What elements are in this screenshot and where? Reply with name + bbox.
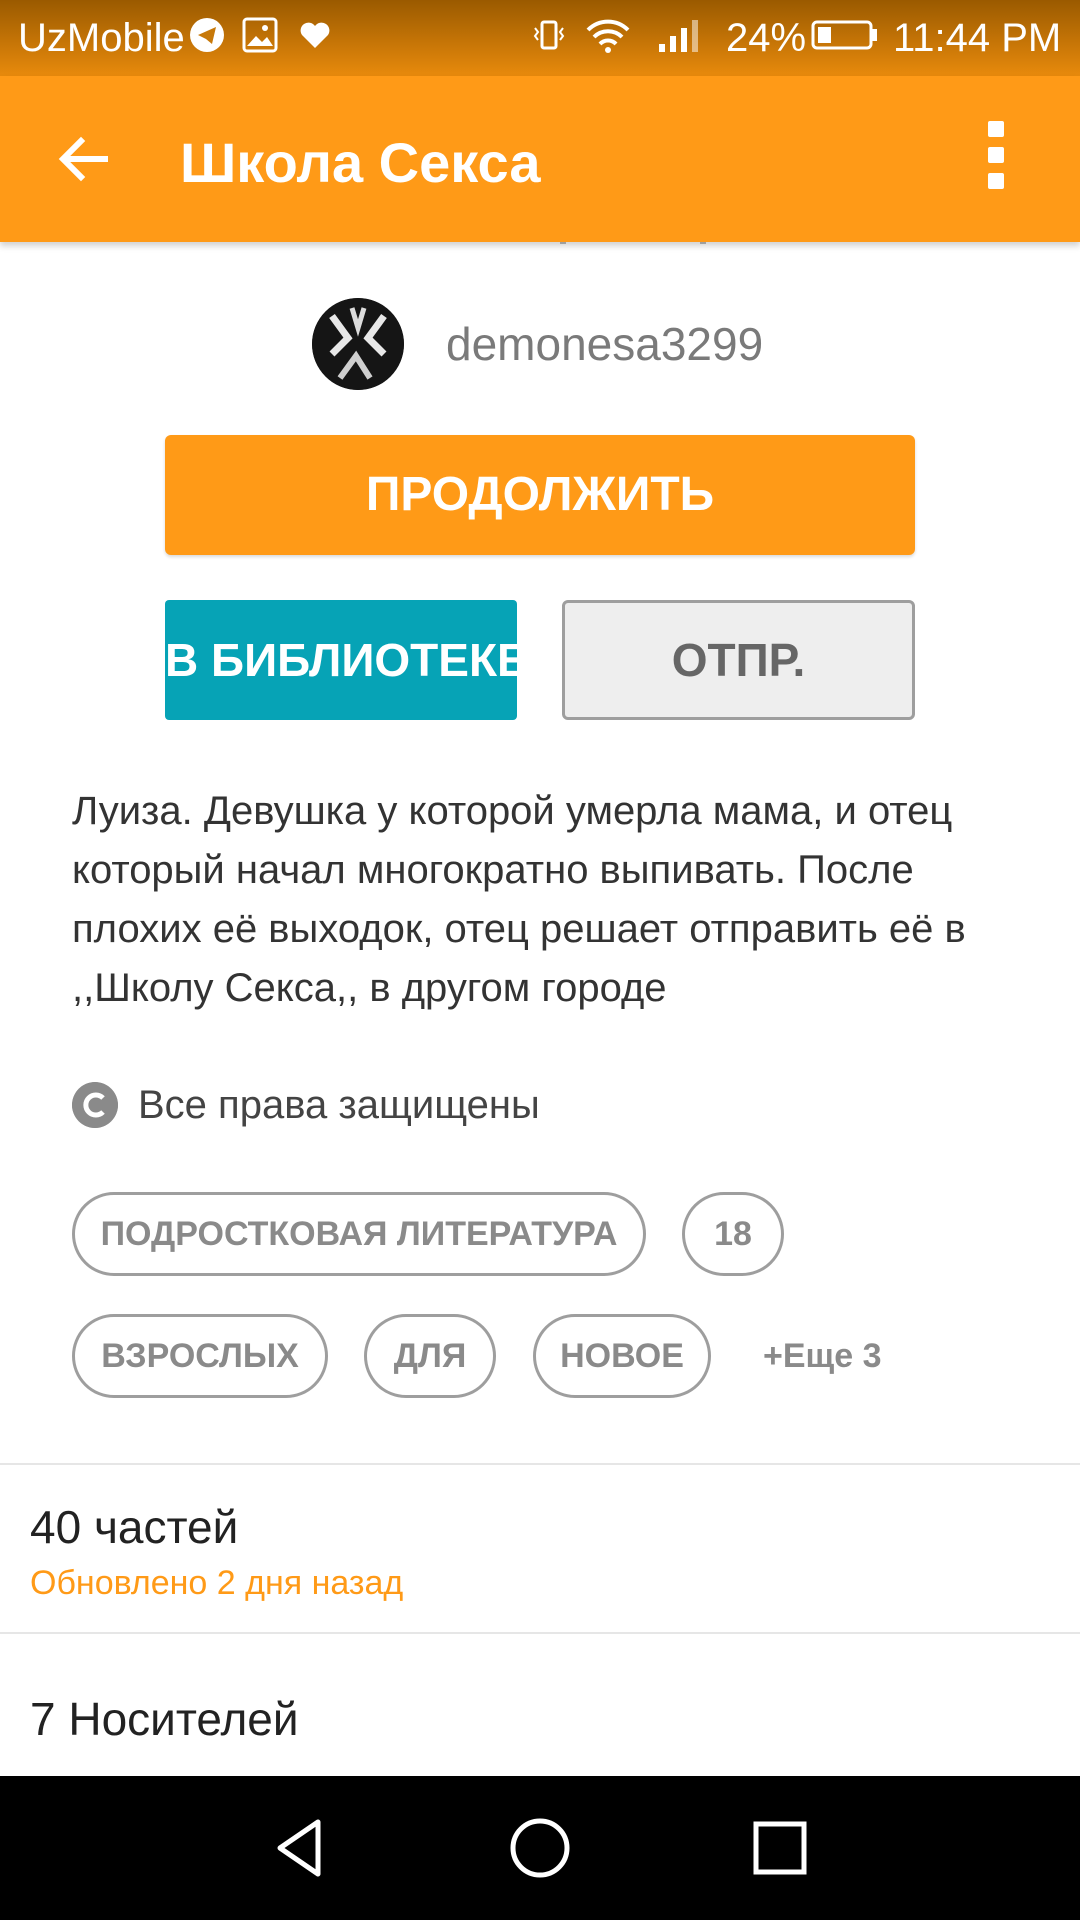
tag-chip[interactable]: ВЗРОСЛЫХ: [72, 1314, 328, 1398]
author-row[interactable]: demonesa3299: [312, 298, 763, 390]
app-toolbar: Школа Секса: [0, 76, 1080, 242]
arrow-left-icon[interactable]: [55, 131, 111, 187]
carriers-count[interactable]: 7 Носителей: [30, 1692, 299, 1746]
in-library-button[interactable]: В БИБЛИОТЕКЕ: [165, 600, 528, 720]
home-circle-icon[interactable]: [498, 1806, 582, 1890]
send-button[interactable]: ОТПР.: [562, 600, 915, 720]
carrier-name: UzMobile: [18, 16, 185, 60]
author-username[interactable]: demonesa3299: [446, 317, 763, 371]
system-nav-bar: [0, 1776, 1080, 1920]
gallery-icon: [242, 17, 278, 53]
status-bar: UzMobile 24% 11:44 PM: [0, 0, 1080, 76]
parts-count[interactable]: 40 частей: [30, 1500, 238, 1554]
copyright-row: Все права защищены: [72, 1082, 540, 1128]
tag-chip[interactable]: 18: [682, 1192, 784, 1276]
divider: [0, 1463, 1080, 1465]
tag-chip[interactable]: ПОДРОСТКОВАЯ ЛИТЕРАТУРА: [72, 1192, 646, 1276]
back-triangle-icon[interactable]: [258, 1806, 342, 1890]
more-vert-icon[interactable]: [978, 121, 1014, 197]
recents-square-icon[interactable]: [738, 1806, 822, 1890]
tag-chip[interactable]: ДЛЯ: [364, 1314, 496, 1398]
vibrate-icon: [533, 20, 565, 50]
wifi-icon: [586, 19, 630, 53]
telegram-icon: [190, 18, 224, 52]
copyright-icon: [72, 1082, 118, 1128]
divider: [0, 1632, 1080, 1634]
copyright-label: Все права защищены: [138, 1082, 540, 1127]
continue-button[interactable]: ПРОДОЛЖИТЬ: [165, 435, 915, 555]
battery-icon: [811, 20, 877, 50]
story-description: Луиза. Девушка у которой умерла мама, и …: [72, 789, 966, 1010]
heart-icon: [300, 22, 330, 48]
avatar[interactable]: [312, 298, 404, 390]
battery-percent: 24%: [726, 16, 807, 60]
tag-chip[interactable]: НОВОЕ: [533, 1314, 711, 1398]
avatar-image: [312, 298, 404, 390]
updated-label: Обновлено 2 дня назад: [30, 1564, 404, 1602]
signal-icon: [659, 20, 698, 52]
page-title: Школа Секса: [180, 131, 541, 194]
clock: 11:44 PM: [893, 16, 1062, 60]
more-tags-link[interactable]: +Еще 3: [763, 1314, 882, 1398]
